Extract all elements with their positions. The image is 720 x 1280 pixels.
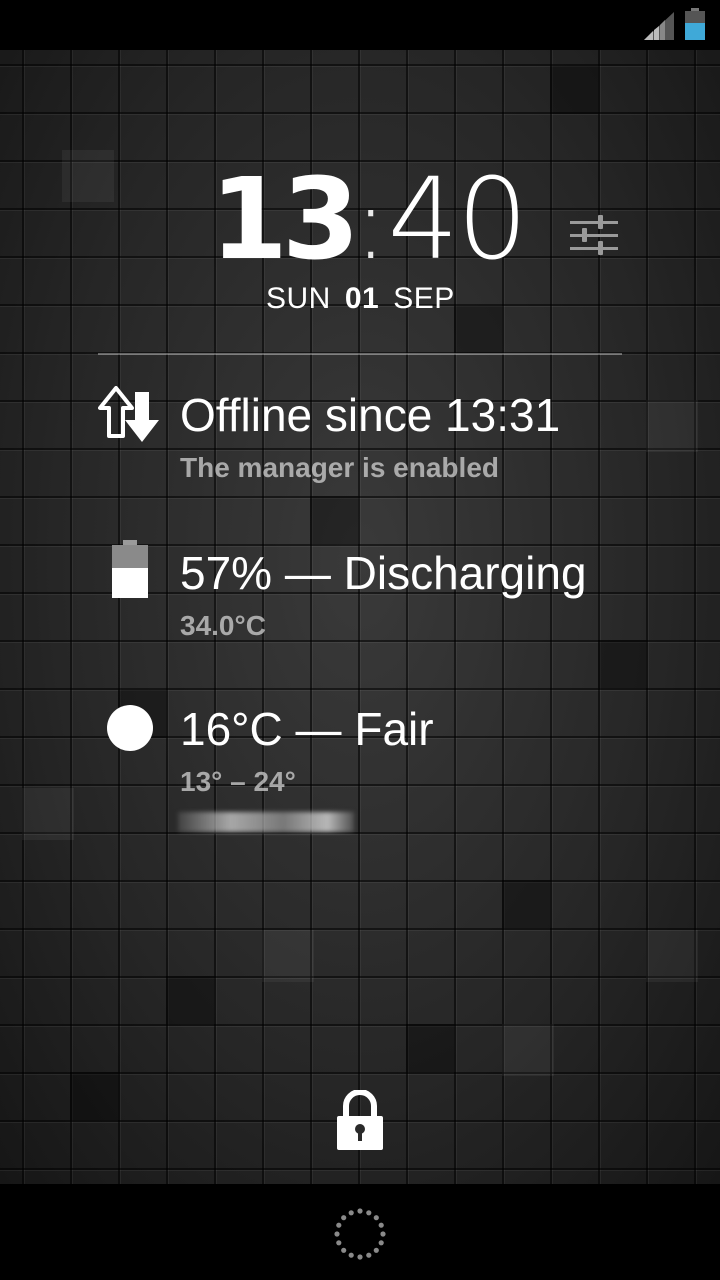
wallpaper-tile: [598, 640, 646, 688]
network-status-subtitle: The manager is enabled: [180, 452, 499, 483]
wallpaper-tile: [406, 1024, 454, 1072]
clock-hours: 13: [210, 155, 360, 285]
battery-icon: [685, 8, 705, 40]
settings-sliders-icon[interactable]: [568, 212, 620, 260]
status-bar: [0, 0, 720, 50]
sync-arrows-icon: [98, 386, 159, 442]
wallpaper-tile: [502, 1024, 554, 1076]
lock-screen: 13:40 SUN 01 SEP Offline since 13:31 The m…: [0, 0, 720, 1280]
wallpaper-tile: [646, 930, 698, 982]
date: SUN 01 SEP: [266, 282, 463, 316]
lock-icon[interactable]: [334, 1090, 386, 1152]
wallpaper-tile: [646, 400, 698, 452]
wallpaper-tile: [262, 930, 314, 982]
loading-icon[interactable]: [334, 1208, 386, 1260]
weather-title[interactable]: 16°C — Fair: [180, 702, 434, 756]
redacted-location: [178, 812, 354, 832]
signal-icon: [644, 12, 674, 40]
wallpaper-tile: [22, 788, 74, 840]
date-weekday: SUN: [266, 282, 331, 315]
clock-minutes: 40: [387, 155, 529, 285]
sun-icon: [107, 705, 153, 751]
clock-separator: :: [353, 165, 388, 282]
wallpaper-tile: [550, 66, 598, 114]
wallpaper-tile: [310, 496, 358, 544]
battery-icon: [112, 540, 148, 598]
wallpaper-tile: [166, 976, 214, 1024]
battery-status-title[interactable]: 57% — Discharging: [180, 546, 587, 600]
battery-temperature: 34.0°C: [180, 610, 266, 641]
date-month: SEP: [393, 282, 455, 315]
wallpaper-tile: [502, 880, 550, 928]
network-status-title[interactable]: Offline since 13:31: [180, 388, 560, 442]
date-day: 01: [344, 282, 380, 315]
wallpaper-tile: [70, 1072, 118, 1120]
divider: [98, 353, 622, 355]
weather-range: 13° – 24°: [180, 766, 296, 797]
